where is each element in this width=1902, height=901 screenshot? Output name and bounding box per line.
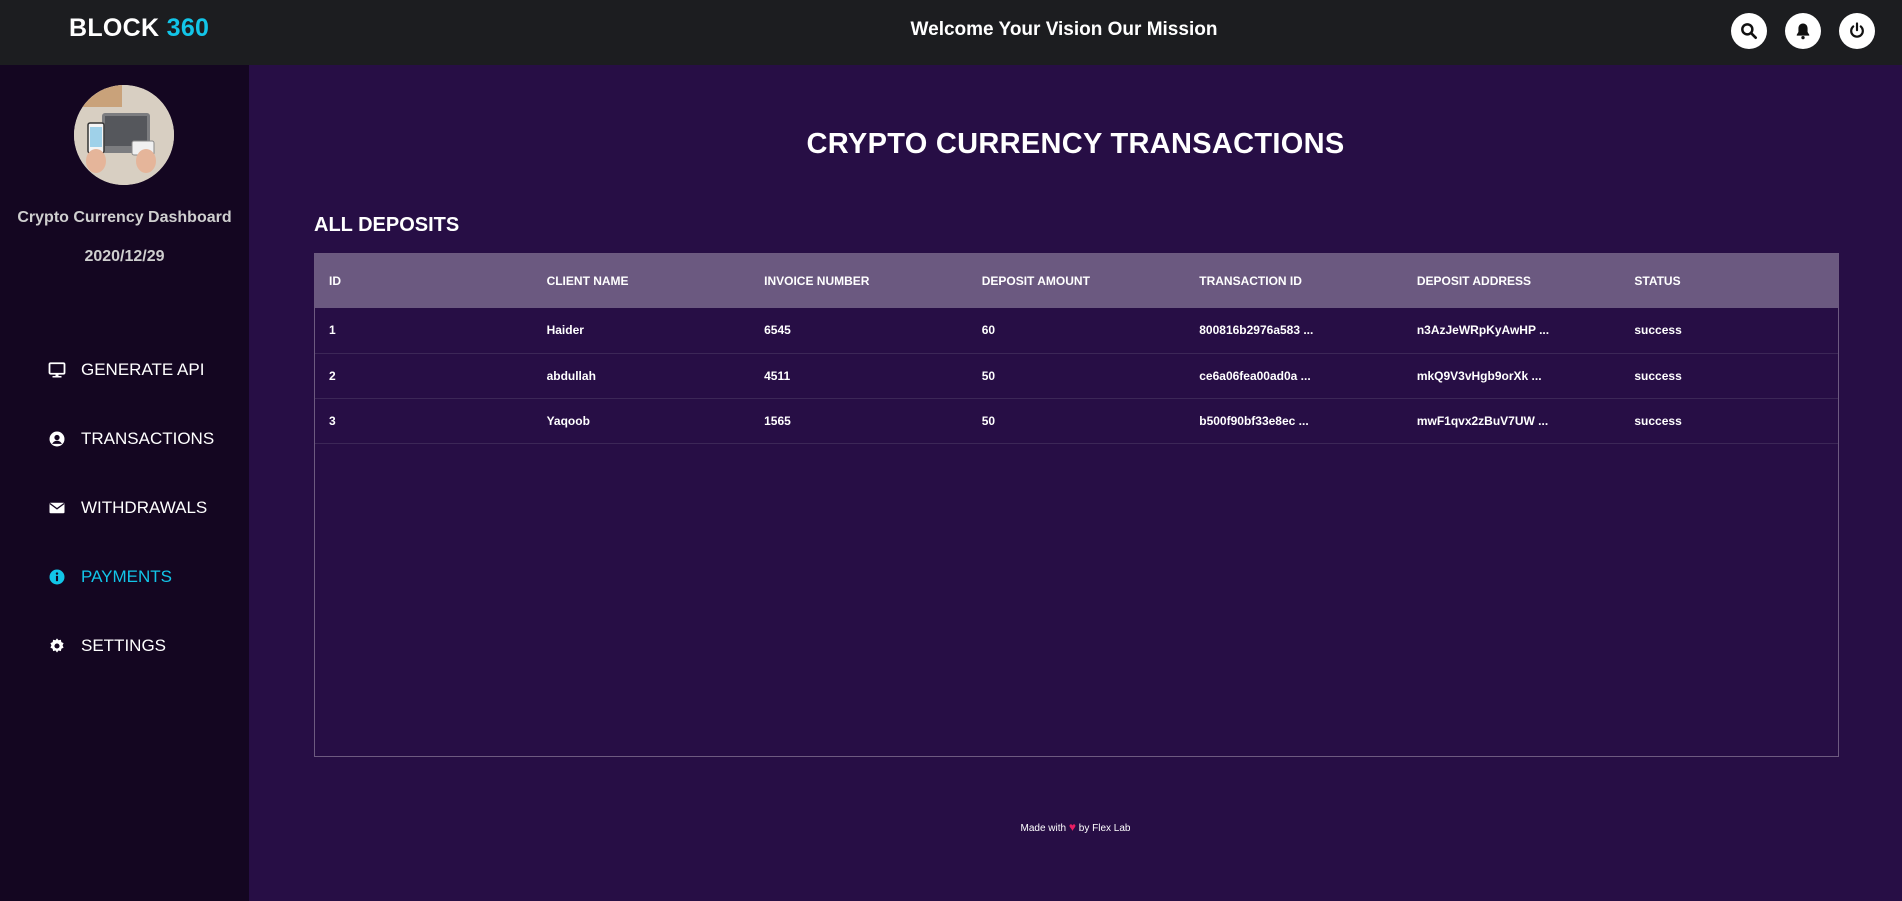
cell-client-name: abdullah bbox=[546, 368, 596, 383]
cell-invoice-number: 4511 bbox=[764, 368, 791, 383]
user-circle-icon bbox=[48, 430, 66, 448]
cell-deposit-amount: 60 bbox=[981, 323, 996, 338]
page-title: CRYPTO CURRENCY TRANSACTIONS bbox=[806, 128, 1345, 160]
nav-label: WITHDRAWALS bbox=[81, 498, 208, 517]
nav-label: PAYMENTS bbox=[81, 567, 172, 586]
cell-status: success bbox=[1634, 368, 1682, 383]
nav-generate-api[interactable]: GENERATE API bbox=[48, 355, 204, 385]
notifications-button[interactable] bbox=[1785, 13, 1821, 49]
nav-label: SETTINGS bbox=[81, 636, 167, 655]
cell-transaction-id: 800816b2976a583 ... bbox=[1199, 323, 1314, 338]
nav-label: TRANSACTIONS bbox=[81, 429, 215, 448]
cell-deposit-address: mkQ9V3vHgb9orXk ... bbox=[1416, 368, 1542, 383]
table-header-row: ID CLIENT NAME INVOICE NUMBER DEPOSIT AM… bbox=[315, 254, 1838, 308]
cell-transaction-id: b500f90bf33e8ec ... bbox=[1199, 413, 1309, 428]
column-header-transaction-id[interactable]: TRANSACTION ID bbox=[1185, 254, 1403, 308]
cell-transaction-id: ce6a06fea00ad0a ... bbox=[1199, 368, 1311, 383]
nav-withdrawals[interactable]: WITHDRAWALS bbox=[48, 493, 207, 523]
avatar[interactable] bbox=[74, 85, 174, 185]
gear-icon bbox=[48, 637, 66, 655]
bell-icon bbox=[1796, 23, 1810, 40]
cell-id: 2 bbox=[329, 368, 336, 383]
cell-deposit-address: mwF1qvx2zBuV7UW ... bbox=[1416, 413, 1549, 428]
power-button[interactable] bbox=[1839, 13, 1875, 49]
desktop-icon bbox=[48, 361, 66, 379]
search-button[interactable] bbox=[1731, 13, 1767, 49]
cell-deposit-amount: 50 bbox=[981, 368, 996, 383]
cell-client-name: Yaqoob bbox=[546, 413, 590, 428]
search-icon bbox=[1741, 23, 1757, 40]
heart-icon: ♥ bbox=[1068, 820, 1076, 834]
deposits-table: ID CLIENT NAME INVOICE NUMBER DEPOSIT AM… bbox=[314, 253, 1839, 757]
column-header-client-name[interactable]: CLIENT NAME bbox=[533, 254, 751, 308]
column-header-invoice-number[interactable]: INVOICE NUMBER bbox=[750, 254, 968, 308]
section-title: ALL DEPOSITS bbox=[314, 214, 460, 236]
cell-invoice-number: 6545 bbox=[764, 323, 791, 338]
info-icon bbox=[48, 568, 66, 586]
nav-label: GENERATE API bbox=[81, 360, 205, 379]
power-icon bbox=[1850, 22, 1864, 38]
cell-id: 3 bbox=[329, 413, 336, 428]
sidebar: Crypto Currency Dashboard 2020/12/29 GEN… bbox=[0, 65, 249, 901]
dashboard-date: 2020/12/29 bbox=[84, 248, 165, 265]
cell-id: 1 bbox=[329, 323, 336, 338]
cell-invoice-number: 1565 bbox=[764, 413, 791, 428]
avatar-image bbox=[74, 85, 174, 185]
column-header-deposit-amount[interactable]: DEPOSIT AMOUNT bbox=[968, 254, 1186, 308]
dashboard-title: Crypto Currency Dashboard bbox=[17, 209, 232, 226]
table-row[interactable]: 1 Haider 6545 60 800816b2976a583 ... n3A… bbox=[315, 308, 1838, 353]
footer: Made with ♥ by Flex Lab bbox=[249, 820, 1902, 834]
cell-client-name: Haider bbox=[546, 323, 584, 338]
cell-status: success bbox=[1634, 323, 1682, 338]
nav-settings[interactable]: SETTINGS bbox=[48, 631, 166, 661]
table-row[interactable]: 2 abdullah 4511 50 ce6a06fea00ad0a ... m… bbox=[315, 353, 1838, 398]
welcome-message: Welcome Your Vision Our Mission bbox=[910, 19, 1218, 40]
footer-suffix: by Flex Lab bbox=[1078, 823, 1131, 834]
column-header-id[interactable]: ID bbox=[315, 254, 533, 308]
footer-prefix: Made with bbox=[1020, 823, 1067, 834]
cell-deposit-amount: 50 bbox=[981, 413, 996, 428]
column-header-status[interactable]: STATUS bbox=[1620, 254, 1838, 308]
column-header-deposit-address[interactable]: DEPOSIT ADDRESS bbox=[1403, 254, 1621, 308]
envelope-icon bbox=[48, 499, 66, 517]
cell-deposit-address: n3AzJeWRpKyAwHP ... bbox=[1416, 323, 1550, 338]
nav-transactions[interactable]: TRANSACTIONS bbox=[48, 424, 214, 454]
table-row[interactable]: 3 Yaqoob 1565 50 b500f90bf33e8ec ... mwF… bbox=[315, 398, 1838, 443]
cell-status: success bbox=[1634, 413, 1682, 428]
nav-payments[interactable]: PAYMENTS bbox=[48, 562, 172, 592]
top-bar: BLOCK 360 Welcome Your Vision Our Missio… bbox=[0, 0, 1902, 65]
